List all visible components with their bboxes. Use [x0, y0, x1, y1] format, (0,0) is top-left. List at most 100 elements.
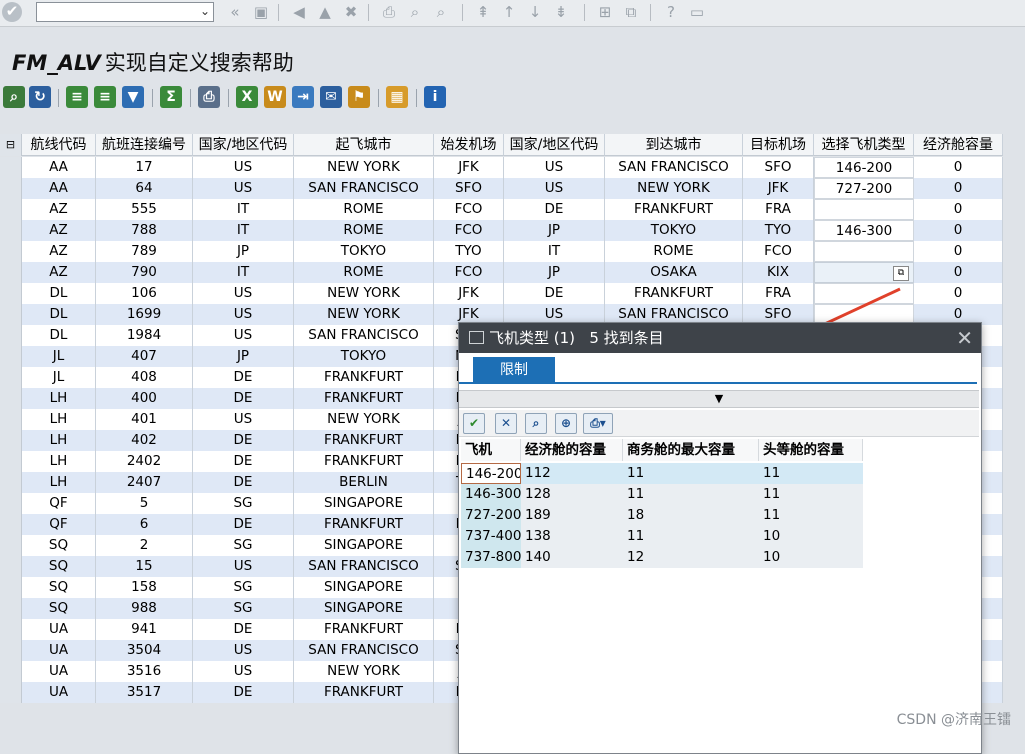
local-file-icon[interactable]: ⇥ — [292, 86, 314, 108]
column-header[interactable]: 到达城市 — [605, 134, 743, 156]
row-selector[interactable] — [0, 388, 22, 409]
column-header[interactable]: 国家/地区代码 — [193, 134, 294, 156]
capacity-cell[interactable]: 10 — [759, 547, 863, 568]
row-selector[interactable] — [0, 241, 22, 262]
chevron-down-icon[interactable]: ⌄ — [200, 4, 210, 18]
next-page-icon[interactable]: ↓ — [526, 3, 544, 21]
row-selector[interactable] — [0, 577, 22, 598]
check-icon[interactable]: ✔ — [463, 413, 485, 434]
find-next-icon[interactable]: ⌕ — [432, 3, 450, 21]
aircraft-cell[interactable]: 146-200 — [461, 463, 521, 484]
result-column-header[interactable]: 飞机 — [461, 439, 521, 461]
capacity-cell[interactable]: 11 — [759, 505, 863, 526]
result-row[interactable]: 727-200 189 18 11 — [461, 505, 863, 526]
filter-icon[interactable]: ▼ — [122, 86, 144, 108]
row-selector[interactable] — [0, 262, 22, 283]
cancel-icon[interactable]: ✕ — [495, 413, 517, 434]
result-column-header[interactable]: 经济舱的容量 — [521, 439, 623, 461]
triangle-down-icon[interactable]: ▼ — [715, 392, 723, 405]
aircraft-type-input[interactable]: 146-300 — [814, 220, 914, 241]
enter-icon[interactable]: ✔ — [2, 2, 22, 22]
close-icon[interactable]: ✕ — [956, 323, 973, 353]
command-field[interactable]: ⌄ — [36, 2, 214, 22]
column-header[interactable]: 航班连接编号 — [96, 134, 193, 156]
aircraft-cell[interactable]: 737-400 — [461, 526, 521, 547]
export-excel-icon[interactable]: X — [236, 86, 258, 108]
help-icon[interactable]: ? — [662, 3, 680, 21]
back-arrows-icon[interactable]: « — [226, 3, 244, 21]
print-icon[interactable]: ⎙ — [380, 3, 398, 21]
row-selector[interactable] — [0, 178, 22, 199]
find-next-icon[interactable]: ⊕ — [555, 413, 577, 434]
sort-descending-icon[interactable]: ≡ — [94, 86, 116, 108]
column-header[interactable]: 经济舱容量 — [914, 134, 1003, 156]
table-row[interactable]: AZ 555 IT ROME FCO DE FRANKFURT FRA 0 — [0, 199, 1003, 220]
row-selector[interactable] — [0, 367, 22, 388]
row-selector[interactable] — [0, 619, 22, 640]
select-all-icon[interactable]: ⊟ — [0, 134, 22, 156]
capacity-cell[interactable]: 112 — [521, 463, 623, 484]
aircraft-cell[interactable]: 727-200 — [461, 505, 521, 526]
capacity-cell[interactable]: 11 — [759, 463, 863, 484]
column-header[interactable]: 始发机场 — [434, 134, 504, 156]
row-selector[interactable] — [0, 535, 22, 556]
sort-ascending-icon[interactable]: ≡ — [66, 86, 88, 108]
row-selector[interactable] — [0, 157, 22, 178]
row-selector[interactable] — [0, 220, 22, 241]
shortcut-icon[interactable]: ⧉ — [622, 3, 640, 21]
capacity-cell[interactable]: 140 — [521, 547, 623, 568]
column-header[interactable]: 航线代码 — [22, 134, 96, 156]
save-icon[interactable]: ▣ — [252, 3, 270, 21]
row-selector[interactable] — [0, 598, 22, 619]
new-session-icon[interactable]: ⊞ — [596, 3, 614, 21]
print-icon[interactable]: ⎙▾ — [583, 413, 613, 434]
first-page-icon[interactable]: ⇞ — [474, 3, 492, 21]
sum-icon[interactable]: Σ — [160, 86, 182, 108]
table-row[interactable]: AZ 789 JP TOKYO TYO IT ROME FCO 0 — [0, 241, 1003, 262]
column-header[interactable]: 目标机场 — [743, 134, 814, 156]
capacity-cell[interactable]: 189 — [521, 505, 623, 526]
column-header[interactable]: 起飞城市 — [294, 134, 434, 156]
capacity-cell[interactable]: 11 — [623, 484, 759, 505]
print-preview-icon[interactable]: ⎙ — [198, 86, 220, 108]
table-row[interactable]: AZ 788 IT ROME FCO JP TOKYO TYO 146-300 0 — [0, 220, 1003, 241]
word-processing-icon[interactable]: W — [264, 86, 286, 108]
column-header[interactable]: 选择飞机类型 — [814, 134, 914, 156]
capacity-cell[interactable]: 12 — [623, 547, 759, 568]
capacity-cell[interactable]: 11 — [623, 526, 759, 547]
info-icon[interactable]: i — [424, 86, 446, 108]
aircraft-cell[interactable]: 146-300 — [461, 484, 521, 505]
capacity-cell[interactable]: 11 — [623, 463, 759, 484]
send-icon[interactable]: ✉ — [320, 86, 342, 108]
row-selector[interactable] — [0, 199, 22, 220]
row-selector[interactable] — [0, 283, 22, 304]
capacity-cell[interactable]: 10 — [759, 526, 863, 547]
abc-analysis-icon[interactable]: ⚑ — [348, 86, 370, 108]
table-row[interactable]: AA 64 US SAN FRANCISCO SFO US NEW YORK JFK 727-2… — [0, 178, 1003, 199]
row-selector[interactable] — [0, 682, 22, 703]
row-selector[interactable] — [0, 451, 22, 472]
capacity-cell[interactable]: 128 — [521, 484, 623, 505]
result-column-header[interactable]: 商务舱的最大容量 — [623, 439, 759, 461]
row-selector[interactable] — [0, 430, 22, 451]
aircraft-type-input[interactable] — [814, 199, 914, 220]
row-selector[interactable] — [0, 640, 22, 661]
aircraft-type-input[interactable]: 727-200 — [814, 178, 914, 199]
row-selector[interactable] — [0, 514, 22, 535]
result-row[interactable]: 146-200 112 11 11 — [461, 463, 863, 485]
exit-icon[interactable]: ▲ — [316, 3, 334, 21]
column-header[interactable]: 国家/地区代码 — [504, 134, 605, 156]
aircraft-cell[interactable]: 737-800 — [461, 547, 521, 568]
change-layout-icon[interactable]: ▦ — [386, 86, 408, 108]
customize-layout-icon[interactable]: ▭ — [688, 3, 706, 21]
row-selector[interactable] — [0, 556, 22, 577]
result-row[interactable]: 146-300 128 11 11 — [461, 484, 863, 505]
capacity-cell[interactable]: 18 — [623, 505, 759, 526]
aircraft-type-input[interactable]: 146-200 — [814, 157, 914, 178]
aircraft-type-input[interactable] — [814, 241, 914, 262]
back-icon[interactable]: ◀ — [290, 3, 308, 21]
row-selector[interactable] — [0, 472, 22, 493]
last-page-icon[interactable]: ⇟ — [552, 3, 570, 21]
capacity-cell[interactable]: 138 — [521, 526, 623, 547]
cancel-icon[interactable]: ✖ — [342, 3, 360, 21]
